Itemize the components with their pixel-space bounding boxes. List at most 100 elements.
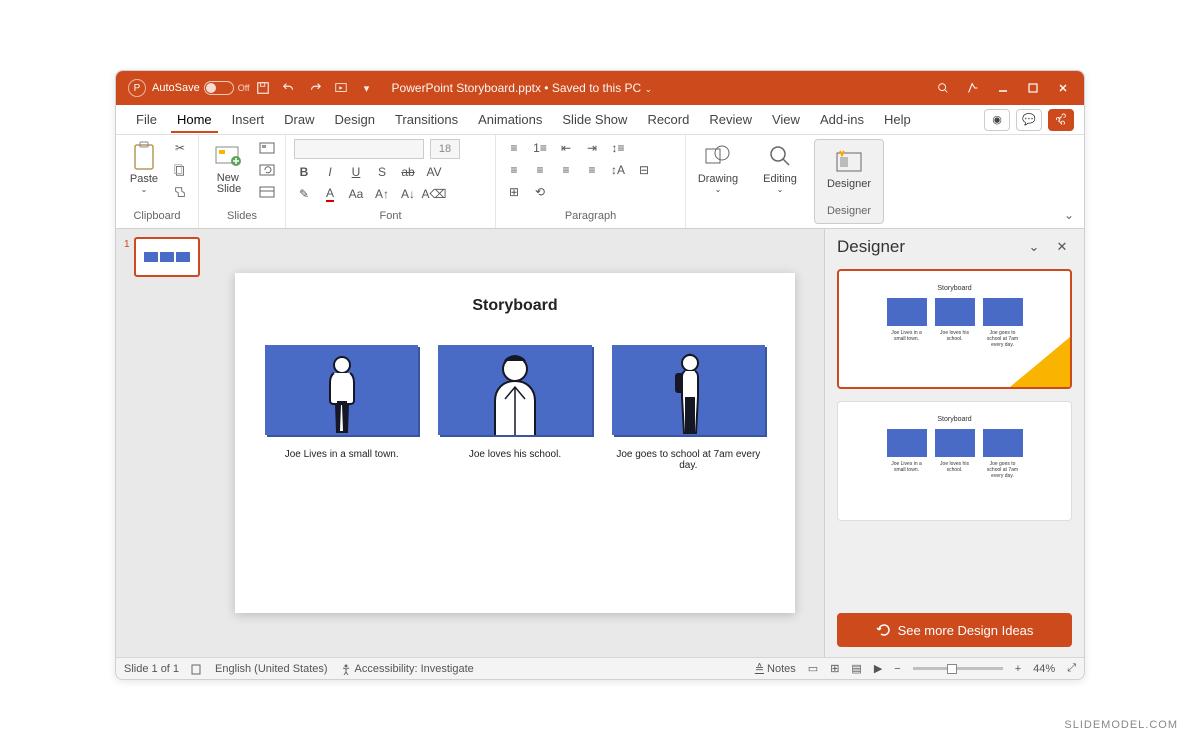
drawing-button[interactable]: Drawing ⌄: [694, 139, 742, 194]
format-painter-button[interactable]: [170, 183, 190, 201]
fit-to-window-button[interactable]: ⤢: [1067, 662, 1076, 675]
story-caption-3[interactable]: Joe goes to school at 7am every day.: [612, 449, 765, 471]
search-button[interactable]: [928, 77, 958, 99]
design-idea-2[interactable]: Storyboard Joe Lives in a small town. Jo…: [837, 401, 1072, 521]
zoom-out-button[interactable]: −: [894, 663, 900, 675]
tab-slideshow[interactable]: Slide Show: [552, 105, 637, 135]
document-title[interactable]: PowerPoint Storyboard.pptx • Saved to th…: [392, 81, 653, 95]
italic-button[interactable]: I: [320, 163, 340, 181]
shadow-button[interactable]: S: [372, 163, 392, 181]
tab-view[interactable]: View: [762, 105, 810, 135]
designer-close-button[interactable]: ✕: [1052, 237, 1072, 257]
autosave-toggle[interactable]: AutoSave Off: [152, 81, 250, 95]
redo-button[interactable]: [304, 77, 326, 99]
tab-review[interactable]: Review: [699, 105, 762, 135]
tab-insert[interactable]: Insert: [222, 105, 275, 135]
mic-button[interactable]: [958, 77, 988, 99]
story-item-1[interactable]: Joe Lives in a small town.: [265, 345, 418, 471]
section-button[interactable]: [257, 183, 277, 201]
from-beginning-button[interactable]: [330, 77, 352, 99]
bold-button[interactable]: B: [294, 163, 314, 181]
undo-button[interactable]: [278, 77, 300, 99]
slideshow-view-button[interactable]: ▶: [874, 662, 882, 675]
editing-button[interactable]: Editing ⌄: [758, 139, 802, 194]
customize-qat-button[interactable]: ▾: [356, 77, 378, 99]
clear-formatting-button[interactable]: A⌫: [424, 185, 444, 203]
align-left-button[interactable]: ≡: [504, 161, 524, 179]
highlight-button[interactable]: ✎: [294, 185, 314, 203]
character-spacing-button[interactable]: AV: [424, 163, 444, 181]
slide-thumbnail-1[interactable]: 1: [134, 237, 200, 277]
cut-button[interactable]: ✂: [170, 139, 190, 157]
designer-suggestions[interactable]: Storyboard Joe Lives in a small town. Jo…: [825, 265, 1084, 609]
see-more-design-ideas-button[interactable]: See more Design Ideas: [837, 613, 1072, 647]
font-size-select[interactable]: 18: [430, 139, 460, 159]
columns-button[interactable]: ⊞: [504, 183, 524, 201]
designer-options-button[interactable]: ⌄: [1024, 237, 1044, 257]
justify-button[interactable]: ≡: [582, 161, 602, 179]
story-item-2[interactable]: Joe loves his school.: [438, 345, 591, 471]
zoom-slider[interactable]: [913, 667, 1003, 670]
ribbon-tabs: File Home Insert Draw Design Transitions…: [116, 105, 1084, 135]
change-case-button[interactable]: Aa: [346, 185, 366, 203]
text-direction-button[interactable]: ↕A: [608, 161, 628, 179]
notes-button[interactable]: ≙Notes: [755, 662, 796, 675]
tab-file[interactable]: File: [126, 105, 167, 135]
line-spacing-button[interactable]: ↕≡: [608, 139, 628, 157]
reset-button[interactable]: [257, 161, 277, 179]
tab-animations[interactable]: Animations: [468, 105, 552, 135]
sorter-view-button[interactable]: ⊞: [830, 662, 839, 675]
tab-transitions[interactable]: Transitions: [385, 105, 468, 135]
spellcheck-button[interactable]: [191, 663, 203, 675]
maximize-button[interactable]: [1018, 77, 1048, 99]
align-right-button[interactable]: ≡: [556, 161, 576, 179]
grow-font-button[interactable]: A↑: [372, 185, 392, 203]
align-center-button[interactable]: ≡: [530, 161, 550, 179]
comments-button[interactable]: 💬: [1016, 109, 1042, 131]
accessibility-button[interactable]: Accessibility: Investigate: [340, 663, 474, 675]
indent-decrease-button[interactable]: ⇤: [556, 139, 576, 157]
save-button[interactable]: [252, 77, 274, 99]
reading-view-button[interactable]: ▤: [851, 662, 861, 675]
tab-help[interactable]: Help: [874, 105, 921, 135]
zoom-in-button[interactable]: +: [1015, 663, 1021, 675]
close-button[interactable]: [1048, 77, 1078, 99]
copy-button[interactable]: [170, 161, 190, 179]
shrink-font-button[interactable]: A↓: [398, 185, 418, 203]
tab-draw[interactable]: Draw: [274, 105, 324, 135]
design-idea-1[interactable]: Storyboard Joe Lives in a small town. Jo…: [837, 269, 1072, 389]
collapse-ribbon-button[interactable]: ⌄: [1064, 208, 1074, 222]
bullets-button[interactable]: ≡: [504, 139, 524, 157]
new-slide-button[interactable]: New Slide: [207, 139, 251, 195]
layout-button[interactable]: [257, 139, 277, 157]
tab-record[interactable]: Record: [637, 105, 699, 135]
align-text-button[interactable]: ⊟: [634, 161, 654, 179]
tab-addins[interactable]: Add-ins: [810, 105, 874, 135]
story-caption-2[interactable]: Joe loves his school.: [438, 449, 591, 460]
indent-increase-button[interactable]: ⇥: [582, 139, 602, 157]
zoom-level[interactable]: 44%: [1033, 663, 1055, 675]
underline-button[interactable]: U: [346, 163, 366, 181]
minimize-button[interactable]: [988, 77, 1018, 99]
numbering-button[interactable]: 1≡: [530, 139, 550, 157]
convert-smartart-button[interactable]: ⟲: [530, 183, 550, 201]
camera-button[interactable]: ◉: [984, 109, 1010, 131]
normal-view-button[interactable]: ▭: [808, 662, 818, 675]
strikethrough-button[interactable]: ab: [398, 163, 418, 181]
tab-design[interactable]: Design: [325, 105, 385, 135]
share-button[interactable]: [1048, 109, 1074, 131]
language-button[interactable]: English (United States): [215, 663, 328, 675]
paste-button[interactable]: Paste ⌄: [124, 139, 164, 194]
designer-button[interactable]: Designer: [823, 144, 875, 190]
font-color-button[interactable]: A: [320, 185, 340, 203]
slide-counter[interactable]: Slide 1 of 1: [124, 663, 179, 675]
designer-group-label: Designer: [823, 205, 875, 221]
toggle-icon[interactable]: [204, 81, 234, 95]
slide-canvas-area[interactable]: Storyboard Joe Lives in a small town. Jo…: [206, 229, 824, 657]
slide-title[interactable]: Storyboard: [265, 297, 765, 315]
tab-home[interactable]: Home: [167, 105, 222, 135]
story-caption-1[interactable]: Joe Lives in a small town.: [265, 449, 418, 460]
font-family-select[interactable]: [294, 139, 424, 159]
story-item-3[interactable]: Joe goes to school at 7am every day.: [612, 345, 765, 471]
slide-canvas[interactable]: Storyboard Joe Lives in a small town. Jo…: [235, 273, 795, 613]
